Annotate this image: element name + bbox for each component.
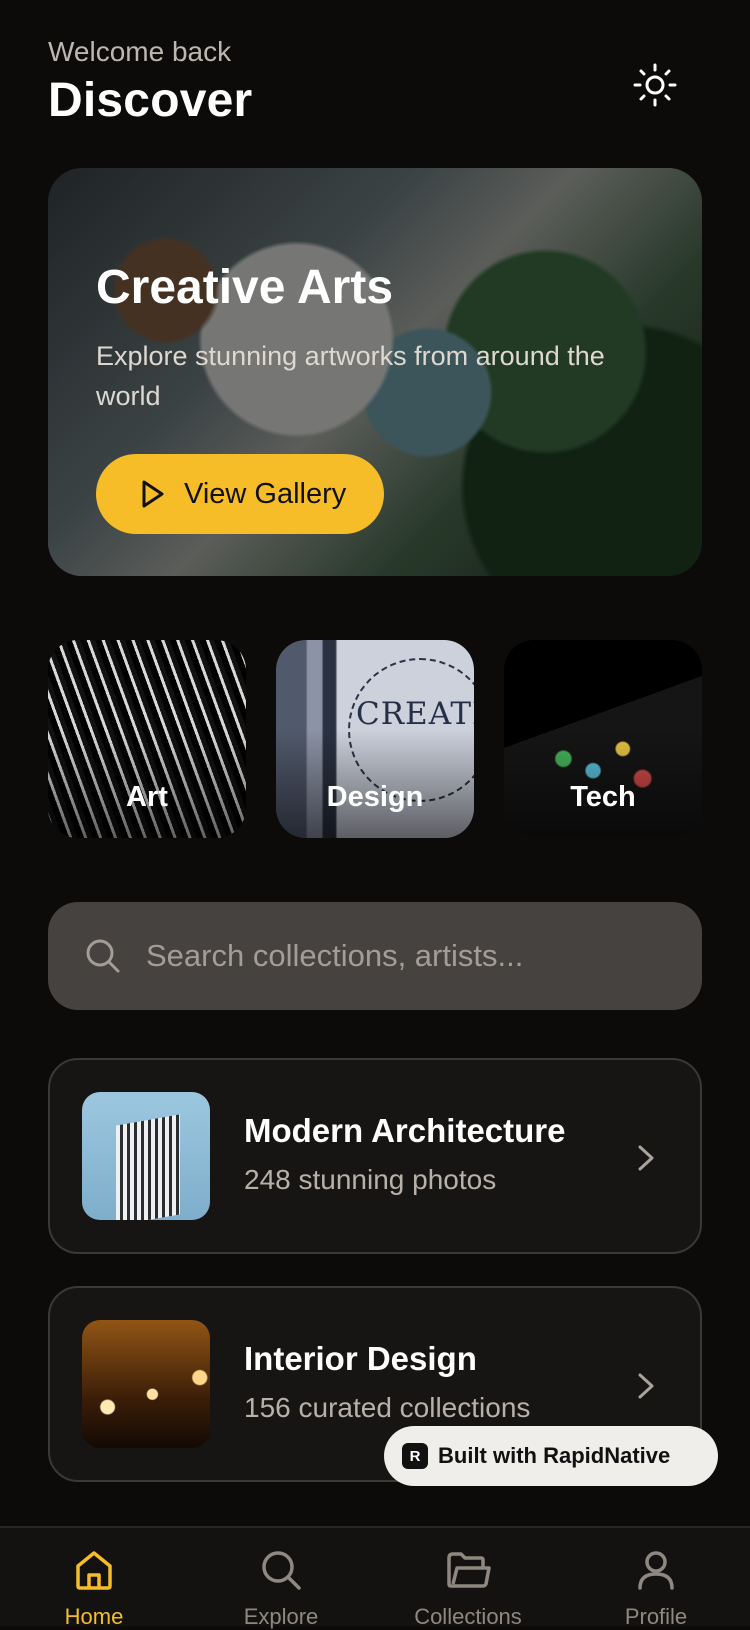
tab-label: Home: [64, 1604, 124, 1629]
collection-subtitle: 156 curated collections: [244, 1392, 531, 1423]
page-header: Welcome back Discover: [48, 34, 252, 130]
theme-toggle-button[interactable]: [632, 62, 678, 108]
interior-thumbnail: [82, 1320, 210, 1448]
category-label: Tech: [570, 781, 636, 813]
architecture-thumbnail: [82, 1092, 210, 1220]
user-icon: [586, 1546, 726, 1594]
bottom-tab-bar: Home Explore Collections Profile: [0, 1526, 750, 1629]
building-image: [116, 1114, 180, 1220]
tab-home[interactable]: Home: [24, 1546, 164, 1630]
design-wall-text: CREATIVIT: [356, 696, 474, 732]
search-icon: [86, 939, 120, 973]
category-label: Design: [326, 781, 424, 813]
search-icon: [211, 1546, 351, 1594]
badge-label: Built with RapidNative: [438, 1443, 671, 1468]
hero-title: Creative Arts: [96, 261, 394, 314]
chevron-right-icon: [632, 1140, 660, 1176]
category-design[interactable]: CREATIVIT Design: [276, 640, 474, 838]
sun-icon: [633, 63, 677, 107]
category-tech[interactable]: Tech: [504, 640, 702, 838]
tab-explore[interactable]: Explore: [211, 1546, 351, 1630]
search-bar[interactable]: Search collections, artists...: [48, 902, 702, 1010]
hero-subtitle: Explore stunning artworks from around th…: [96, 341, 605, 411]
view-gallery-button[interactable]: View Gallery: [96, 454, 384, 534]
collection-subtitle: 248 stunning photos: [244, 1164, 497, 1195]
hero-content: Creative Arts Explore stunning artworks …: [96, 260, 632, 534]
tab-collections[interactable]: Collections: [398, 1546, 538, 1630]
search-input[interactable]: Search collections, artists...: [146, 938, 523, 974]
collection-card-architecture[interactable]: Modern Architecture 248 stunning photos: [48, 1058, 702, 1254]
view-gallery-label: View Gallery: [184, 477, 347, 510]
category-label: Art: [126, 781, 168, 813]
welcome-text: Welcome back: [48, 36, 232, 67]
tab-label: Explore: [243, 1604, 319, 1629]
category-art[interactable]: Art: [48, 640, 246, 838]
collection-title: Modern Architecture: [244, 1112, 566, 1149]
built-with-badge[interactable]: R Built with RapidNative: [384, 1426, 718, 1486]
home-icon: [24, 1546, 164, 1594]
collection-title: Interior Design: [244, 1340, 477, 1377]
tab-profile[interactable]: Profile: [586, 1546, 726, 1630]
rapidnative-logo-icon: R: [402, 1443, 428, 1469]
tab-label: Profile: [624, 1604, 688, 1629]
category-row: Art CREATIVIT Design Tech: [48, 640, 702, 838]
tab-label: Collections: [414, 1604, 522, 1629]
folder-icon: [398, 1546, 538, 1594]
play-icon: [142, 480, 164, 508]
page-title: Discover: [48, 74, 253, 127]
hero-banner[interactable]: Creative Arts Explore stunning artworks …: [48, 168, 702, 576]
chevron-right-icon: [632, 1368, 660, 1404]
